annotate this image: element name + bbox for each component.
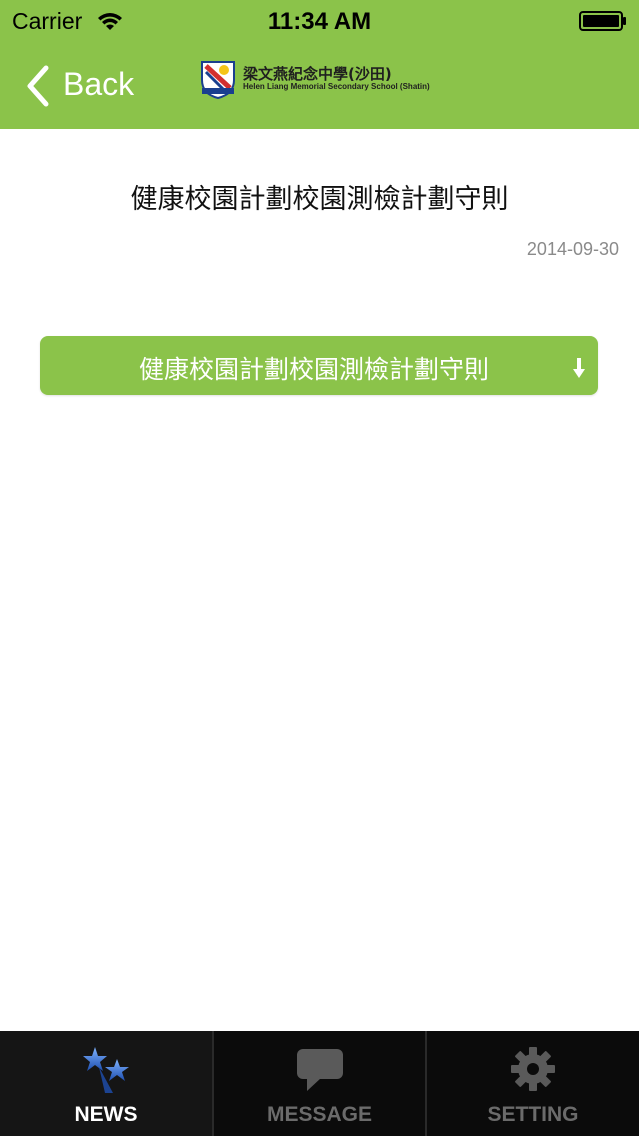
news-detail: 健康校園計劃校園測檢計劃守則 2014-09-30 健康校園計劃校園測檢計劃守則 <box>0 129 639 1031</box>
down-arrow-icon <box>573 358 585 378</box>
back-label: Back <box>63 66 135 102</box>
battery-icon <box>579 11 626 31</box>
school-crest-icon <box>201 61 235 100</box>
article-title: 健康校園計劃校園測檢計劃守則 <box>130 184 509 215</box>
stars-icon <box>83 1047 129 1093</box>
attachment-label: 健康校園計劃校園測檢計劃守則 <box>138 355 489 384</box>
tab-bar: NEWS MESSAGE SETTING <box>0 1031 639 1136</box>
nav-bar: Carrier 11:34 AM Back 梁文燕紀念中學(沙田) Helen … <box>0 0 639 129</box>
back-button[interactable]: Back <box>20 62 150 110</box>
chevron-left-icon <box>27 65 49 107</box>
school-name-chinese: 梁文燕紀念中學(沙田) <box>243 65 392 83</box>
article-date: 2014-09-30 <box>526 239 619 259</box>
tab-setting[interactable]: SETTING <box>427 1031 639 1136</box>
tab-news[interactable]: NEWS <box>0 1031 212 1136</box>
status-bar: Carrier 11:34 AM <box>0 0 639 44</box>
attachment-download-button[interactable]: 健康校園計劃校園測檢計劃守則 <box>40 336 598 395</box>
gear-icon <box>511 1047 555 1091</box>
tab-setting-label: SETTING <box>487 1103 579 1126</box>
tab-message[interactable]: MESSAGE <box>214 1031 425 1136</box>
tab-news-label: NEWS <box>74 1103 138 1126</box>
clock: 11:34 AM <box>267 8 372 35</box>
school-name-english: Helen Liang Memorial Secondary School (S… <box>243 82 430 91</box>
speech-bubble-icon <box>296 1049 343 1091</box>
tab-message-label: MESSAGE <box>266 1103 373 1126</box>
